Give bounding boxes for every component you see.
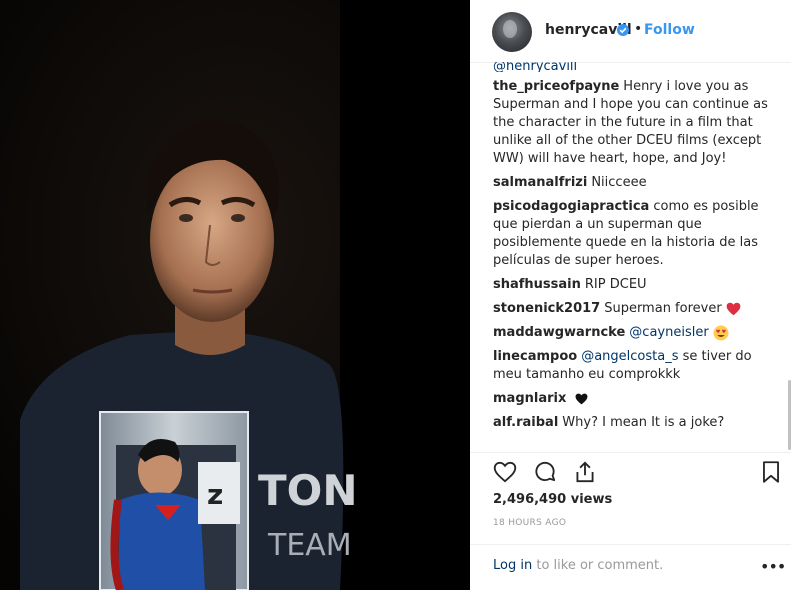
comment-username[interactable]: shafhussain (493, 277, 581, 292)
comment-text: RIP DCEU (584, 277, 647, 292)
bookmark-icon[interactable] (758, 459, 784, 485)
comment-text: Niicceee (591, 175, 647, 190)
list-item: psicodagogiapractica como es posible que … (493, 198, 775, 270)
post-side-panel: henrycavill • Follow @henrycavill the_pr… (470, 0, 791, 590)
post-timestamp[interactable]: 18 HOURS AGO (493, 518, 566, 528)
more-options-icon[interactable]: ••• (760, 557, 786, 576)
shirt-print-small: TEAM (267, 528, 352, 563)
avatar-face (503, 20, 517, 38)
post-actions (470, 452, 791, 493)
comment-username[interactable]: alf.raibal (493, 415, 558, 430)
header-separator: • (634, 21, 643, 37)
login-link[interactable]: Log in (493, 558, 532, 573)
list-item: maddawgwarncke @cayneisler (493, 324, 775, 342)
figure-box-logo: z (207, 478, 223, 511)
follow-button[interactable]: Follow (644, 22, 695, 38)
list-item: linecampoo @angelcosta_s se tiver do meu … (493, 348, 775, 384)
video-frame: TON TEAM z (0, 0, 470, 590)
post-video[interactable]: TON TEAM z (0, 0, 470, 590)
login-prompt: Log in to like or comment. (493, 558, 663, 573)
comment-mention[interactable]: @angelcosta_s (581, 349, 678, 364)
list-item: the_priceofpayne Henry i love you as Supe… (493, 78, 775, 168)
comment-footer: Log in to like or comment. ••• (470, 544, 791, 591)
comment-username[interactable]: stonenick2017 (493, 301, 600, 316)
avatar[interactable] (492, 12, 532, 52)
list-item: salmanalfrizi Niicceee (493, 174, 775, 192)
black-heart-icon (575, 393, 587, 404)
cut-off-comment: @henrycavill (493, 62, 775, 72)
comment-username[interactable]: linecampoo (493, 349, 577, 364)
cut-off-mention[interactable]: @henrycavill (493, 62, 577, 72)
post-header: henrycavill • Follow (470, 0, 791, 63)
comment-text: Why? I mean It is a joke? (562, 415, 725, 430)
list-item: shafhussain RIP DCEU (493, 276, 775, 294)
verified-badge-icon (617, 24, 629, 36)
heart-icon[interactable] (492, 459, 518, 485)
comment-username[interactable]: psicodagogiapractica (493, 199, 649, 214)
share-icon[interactable] (572, 459, 598, 485)
list-item: stonenick2017 Superman forever (493, 300, 775, 318)
comment-username[interactable]: magnlarix (493, 391, 566, 406)
comment-username[interactable]: salmanalfrizi (493, 175, 587, 190)
list-item: alf.raibal Why? I mean It is a joke? (493, 414, 775, 432)
comments-list[interactable]: @henrycavill the_priceofpayne Henry i lov… (493, 62, 775, 450)
red-heart-icon (726, 302, 741, 315)
comment-username[interactable]: the_priceofpayne (493, 79, 619, 94)
comment-mention[interactable]: @cayneisler (629, 325, 708, 340)
comment-username[interactable]: maddawgwarncke (493, 325, 625, 340)
login-prompt-text: to like or comment. (536, 558, 664, 573)
list-item: magnlarix (493, 390, 775, 408)
comment-text: Superman forever (604, 301, 722, 316)
comment-icon[interactable] (532, 459, 558, 485)
heart-eyes-icon (713, 325, 729, 340)
shirt-print-large: TON (258, 466, 358, 515)
views-count[interactable]: 2,496,490 views (493, 492, 612, 507)
